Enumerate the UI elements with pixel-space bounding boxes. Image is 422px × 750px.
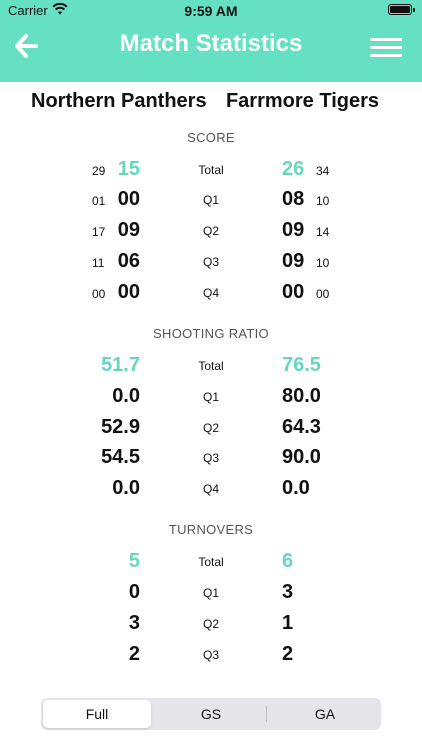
turnovers-row-q2: 3 Q2 1 (0, 609, 422, 639)
away-turnovers: 1 (282, 612, 294, 634)
row-label: Total (198, 163, 224, 177)
shooting-row-total: 51.7 Total 76.5 (0, 351, 422, 381)
row-label: Q1 (202, 193, 219, 207)
row-label: Q2 (202, 617, 219, 631)
row-label: Q3 (202, 648, 219, 662)
turnovers-row-q3: 2 Q3 2 (0, 640, 422, 670)
away-shooting: 80.0 (282, 385, 321, 407)
away-small: 00 (316, 287, 330, 301)
segmented-control[interactable]: Full GS GA (41, 698, 381, 730)
home-team-name: Northern Panthers (31, 90, 207, 112)
row-label: Q3 (202, 451, 219, 465)
row-label: Total (198, 359, 224, 373)
away-turnovers-total: 6 (282, 550, 294, 572)
shooting-section-title: SHOOTING RATIO (153, 326, 269, 341)
away-shooting: 64.3 (282, 416, 321, 438)
row-label: Q2 (202, 224, 219, 238)
row-label: Q2 (202, 421, 219, 435)
turnovers-row-q1: 0 Q1 3 (0, 578, 422, 608)
status-time: 9:59 AM (184, 3, 238, 19)
row-label: Total (198, 555, 224, 569)
row-label: Q3 (202, 255, 219, 269)
status-bar: Carrier 9:59 AM (0, 0, 422, 22)
page-title: Match Statistics (119, 30, 303, 57)
score-section-title: SCORE (187, 130, 235, 145)
score-row-q3: 11 06 Q3 09 10 (0, 247, 422, 277)
away-turnovers: 3 (282, 581, 294, 603)
segmented-control-bar: Full GS GA (0, 678, 422, 750)
away-team-name: Farrmore Tigers (225, 90, 379, 112)
stats-content[interactable]: SCORE 29 15 Total 26 34 01 00 Q1 08 10 1… (0, 118, 422, 678)
away-turnovers: 2 (282, 643, 294, 665)
away-small: 10 (316, 256, 330, 270)
segment-ga[interactable]: GA (271, 700, 379, 728)
away-shooting: 0.0 (282, 477, 310, 499)
turnovers-section-title: TURNOVERS (168, 522, 254, 537)
row-label: Q4 (202, 286, 219, 300)
score-row-q4: 00 00 Q4 00 00 (0, 278, 422, 308)
shooting-row-q3: 54.5 Q3 90.0 (0, 443, 422, 473)
away-score: 08 (282, 188, 305, 210)
row-label: Q4 (202, 482, 219, 496)
hamburger-menu-icon[interactable] (370, 38, 402, 58)
row-label: Q1 (202, 586, 219, 600)
battery-icon (388, 4, 415, 15)
score-row-q2: 17 09 Q2 09 14 (0, 216, 422, 246)
header-bar: Carrier 9:59 AM Match Statistics (0, 0, 422, 82)
teams-header: Northern Panthers Farrmore Tigers (0, 90, 422, 118)
away-small: 14 (316, 225, 330, 239)
away-score: 00 (282, 281, 305, 303)
away-shooting-total: 76.5 (282, 354, 321, 376)
shooting-row-q4: 0.0 Q4 0.0 (0, 474, 422, 504)
shooting-row-q1: 0.0 Q1 80.0 (0, 382, 422, 412)
score-row-q1: 01 00 Q1 08 10 (0, 185, 422, 215)
shooting-row-q2: 52.9 Q2 64.3 (0, 413, 422, 443)
segment-divider (266, 706, 267, 722)
score-row-total: 29 15 Total 26 34 (0, 155, 422, 185)
away-small: 10 (316, 194, 330, 208)
turnovers-row-total: 5 Total 6 (0, 547, 422, 577)
away-total-score: 26 (282, 158, 305, 180)
row-label: Q1 (202, 390, 219, 404)
away-shooting: 90.0 (282, 446, 321, 468)
away-score: 09 (282, 250, 305, 272)
away-total-small: 34 (316, 164, 330, 178)
segment-gs[interactable]: GS (157, 700, 265, 728)
segment-full[interactable]: Full (43, 700, 151, 728)
away-score: 09 (282, 219, 305, 241)
